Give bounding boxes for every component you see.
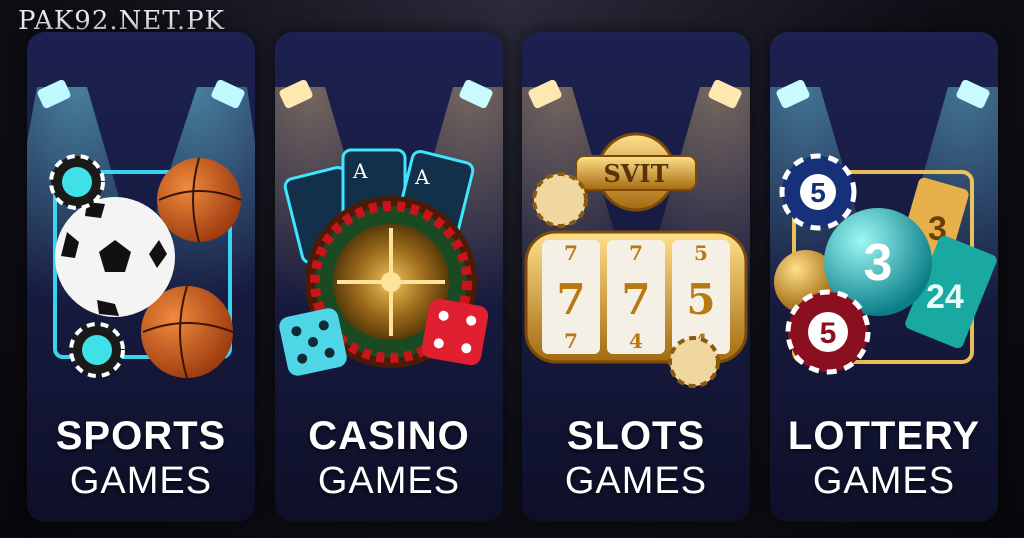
reel-symbol: 7	[621, 275, 650, 324]
reel-symbol: 5	[686, 275, 715, 324]
slots-sign-text: SVIT	[603, 159, 668, 188]
card-title: SPORTS	[55, 414, 227, 458]
reel-symbol: 7	[564, 241, 578, 265]
sports-games-card[interactable]: SPORTS GAMES	[27, 32, 255, 522]
card-title: SLOTS	[566, 414, 706, 458]
card-subtitle: GAMES	[812, 460, 956, 502]
card-letter: A	[352, 159, 368, 183]
reel-symbol: 7	[629, 241, 643, 265]
lottery-ball-number: 3	[864, 234, 893, 292]
chip-number: 5	[810, 177, 826, 208]
card-subtitle: GAMES	[317, 460, 461, 502]
ticket-number: 24	[926, 278, 964, 316]
card-letter: A	[414, 165, 430, 189]
slots-games-card[interactable]: SVIT 7 7 5 7 7 5 7 4 4 SLOTS GAMES	[522, 32, 750, 522]
lottery-games-card[interactable]: 3 24 5 3 5 LOTTERY GAMES	[770, 32, 998, 522]
card-subtitle: GAMES	[564, 460, 708, 502]
card-title: LOTTERY	[787, 414, 981, 458]
casino-games-card[interactable]: A A CASINO GAMES	[275, 32, 503, 522]
card-title: CASINO	[308, 414, 470, 458]
reel-symbol: 7	[556, 275, 585, 324]
card-subtitle: GAMES	[69, 460, 213, 502]
reel-symbol: 4	[629, 329, 643, 353]
reel-symbol: 5	[694, 241, 708, 265]
chip-number: 5	[820, 317, 837, 350]
reel-symbol: 7	[564, 329, 578, 353]
